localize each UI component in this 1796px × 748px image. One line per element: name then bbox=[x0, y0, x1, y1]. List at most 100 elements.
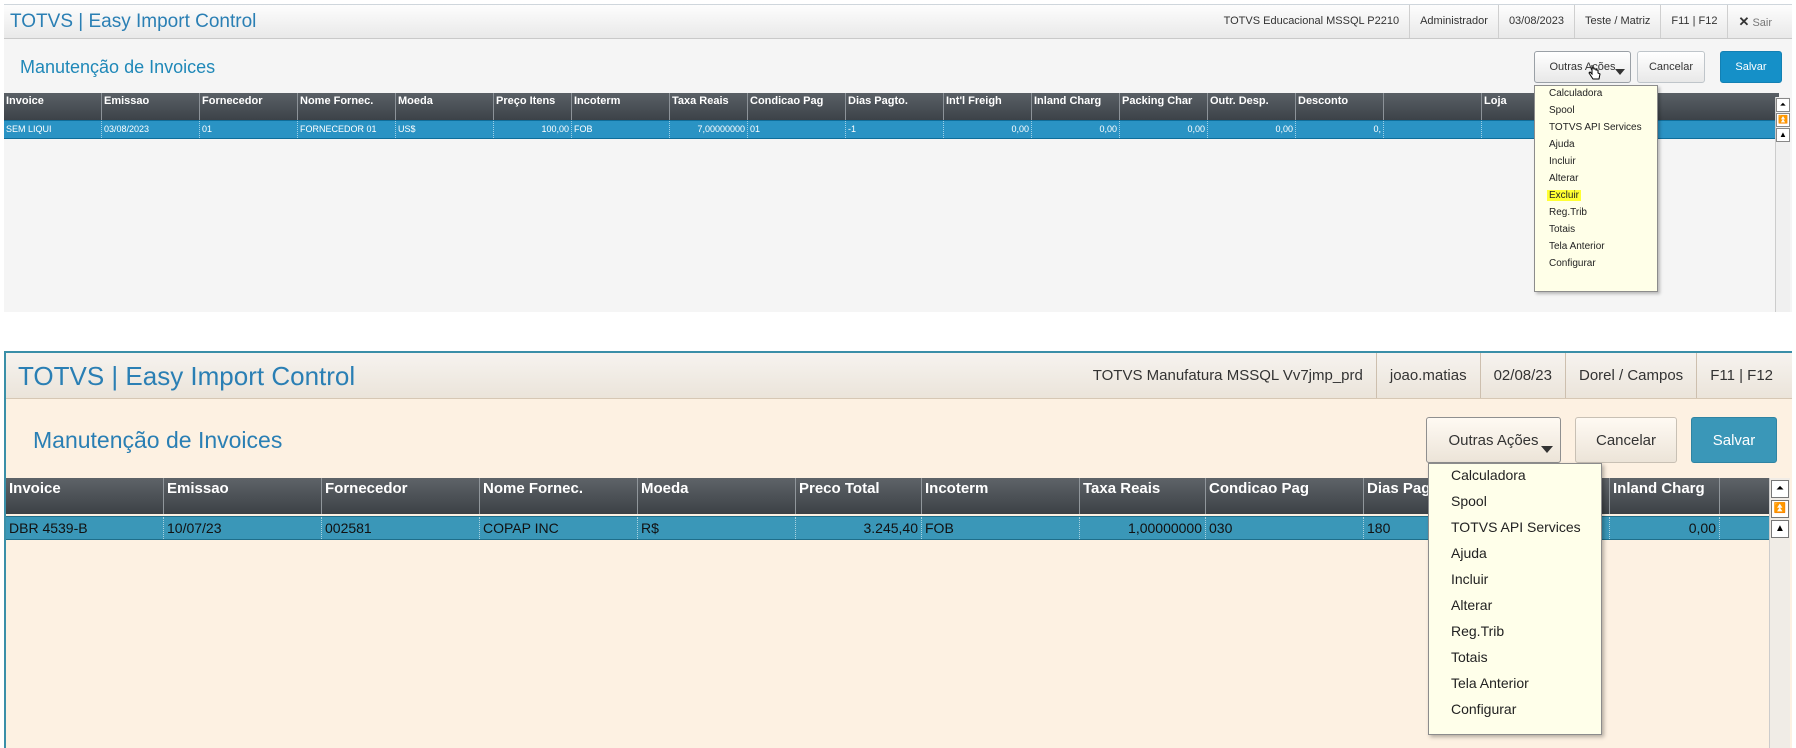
cell-packing-char[interactable]: 0,00 bbox=[1120, 121, 1208, 138]
column-header[interactable]: Condicao Pag bbox=[1206, 478, 1364, 514]
menu-item-totais[interactable]: Totais bbox=[1549, 224, 1575, 235]
shortcut-label: F11 | F12 bbox=[1660, 5, 1727, 38]
column-header[interactable]: Inland Charg bbox=[1032, 93, 1120, 120]
column-header[interactable]: Fornecedor bbox=[200, 93, 298, 120]
menu-item-alterar[interactable]: Alterar bbox=[1451, 597, 1492, 613]
menu-item-spool[interactable]: Spool bbox=[1451, 493, 1487, 509]
column-header[interactable]: Incoterm bbox=[572, 93, 670, 120]
vertical-scrollbar[interactable]: ⏶ ⏫ ▲ bbox=[1775, 97, 1790, 312]
column-header[interactable]: Emissao bbox=[164, 478, 322, 514]
other-actions-menu: Calculadora Spool TOTVS API Services Aju… bbox=[1428, 463, 1602, 735]
menu-item-ajuda[interactable]: Ajuda bbox=[1451, 545, 1487, 561]
cell-hidden[interactable] bbox=[1384, 121, 1482, 138]
cell-moeda[interactable]: R$ bbox=[638, 517, 796, 539]
menu-item-calculadora[interactable]: Calculadora bbox=[1549, 88, 1602, 99]
column-header[interactable]: Taxa Reais bbox=[670, 93, 748, 120]
menu-item-totvs-api-services[interactable]: TOTVS API Services bbox=[1549, 122, 1642, 133]
menu-item-configurar[interactable]: Configurar bbox=[1549, 258, 1596, 269]
column-header[interactable]: Fornecedor bbox=[322, 478, 480, 514]
column-header[interactable]: Incoterm bbox=[922, 478, 1080, 514]
scroll-up-icon[interactable]: ▲ bbox=[1771, 520, 1789, 538]
cell-fornecedor[interactable]: 002581 bbox=[322, 517, 480, 539]
cell-inland-charg[interactable]: 0,00 bbox=[1610, 517, 1720, 539]
user-label: Administrador bbox=[1409, 5, 1498, 38]
menu-item-reg-trib[interactable]: Reg.Trib bbox=[1451, 623, 1504, 639]
cell-taxa-reais[interactable]: 1,00000000 bbox=[1080, 517, 1206, 539]
column-header[interactable]: Emissao bbox=[102, 93, 200, 120]
cell-inland-charg[interactable]: 0,00 bbox=[1032, 121, 1120, 138]
cell-invoice[interactable]: DBR 4539-B bbox=[6, 517, 164, 539]
column-header[interactable]: Condicao Pag bbox=[748, 93, 846, 120]
menu-item-reg-trib[interactable]: Reg.Trib bbox=[1549, 207, 1587, 218]
menu-item-calculadora[interactable]: Calculadora bbox=[1451, 467, 1526, 483]
scroll-page-up-icon[interactable]: ⏫ bbox=[1776, 113, 1790, 127]
cell-fornecedor[interactable]: 01 bbox=[200, 121, 298, 138]
other-actions-button[interactable]: Outras Ações bbox=[1534, 51, 1631, 83]
other-actions-label: Outras Ações bbox=[1448, 431, 1539, 449]
save-button[interactable]: Salvar bbox=[1691, 417, 1777, 463]
menu-item-alterar[interactable]: Alterar bbox=[1549, 173, 1578, 184]
cell-dias-pagto[interactable]: -1 bbox=[846, 121, 944, 138]
column-header[interactable]: Dias Pagto. bbox=[846, 93, 944, 120]
cell-preco-total[interactable]: 3.245,40 bbox=[796, 517, 922, 539]
column-header[interactable]: Outr. Desp. bbox=[1208, 93, 1296, 120]
exit-button[interactable]: ✕ Sair bbox=[1727, 5, 1782, 38]
cell-condicao-pag[interactable]: 01 bbox=[748, 121, 846, 138]
column-header[interactable]: Invoice bbox=[4, 93, 102, 120]
cell-incoterm[interactable]: FOB bbox=[572, 121, 670, 138]
column-header[interactable]: Preco Total bbox=[796, 478, 922, 514]
cell-nome-fornec[interactable]: FORNECEDOR 01 bbox=[298, 121, 396, 138]
column-header[interactable]: Packing Char bbox=[1120, 93, 1208, 120]
other-actions-button[interactable]: Outras Ações bbox=[1426, 417, 1561, 463]
branch-label[interactable]: Dorel / Campos bbox=[1564, 353, 1696, 398]
cancel-button[interactable]: Cancelar bbox=[1637, 51, 1705, 83]
column-header[interactable]: Inland Charg bbox=[1610, 478, 1720, 514]
environment-label: TOTVS Educacional MSSQL P2210 bbox=[1223, 15, 1400, 27]
scroll-up-icon[interactable]: ▲ bbox=[1776, 128, 1790, 142]
cell-intl-freight[interactable]: 0,00 bbox=[944, 121, 1032, 138]
cell-desconto[interactable]: 0, bbox=[1296, 121, 1384, 138]
cell-incoterm[interactable]: FOB bbox=[922, 517, 1080, 539]
menu-item-totvs-api-services[interactable]: TOTVS API Services bbox=[1451, 519, 1581, 535]
column-header[interactable]: Taxa Reais bbox=[1080, 478, 1206, 514]
menu-item-ajuda[interactable]: Ajuda bbox=[1549, 139, 1575, 150]
cell-invoice[interactable]: SEM LIQUI bbox=[4, 121, 102, 138]
menu-item-tela-anterior[interactable]: Tela Anterior bbox=[1451, 675, 1529, 691]
cell-outr-desp[interactable]: 0,00 bbox=[1208, 121, 1296, 138]
cell-moeda[interactable]: US$ bbox=[396, 121, 494, 138]
menu-item-tela-anterior[interactable]: Tela Anterior bbox=[1549, 241, 1605, 252]
cell-condicao-pag[interactable]: 030 bbox=[1206, 517, 1364, 539]
column-header[interactable]: Preço Itens bbox=[494, 93, 572, 120]
column-header[interactable]: Int'l Freigh bbox=[944, 93, 1032, 120]
menu-item-configurar[interactable]: Configurar bbox=[1451, 701, 1516, 717]
menu-item-totais[interactable]: Totais bbox=[1451, 649, 1488, 665]
menu-item-incluir[interactable]: Incluir bbox=[1451, 571, 1488, 587]
menu-item-excluir[interactable]: Excluir bbox=[1547, 190, 1582, 201]
cell-taxa-reais[interactable]: 7,00000000 bbox=[670, 121, 748, 138]
exit-label: Sair bbox=[1752, 17, 1772, 29]
cell-nome-fornec[interactable]: COPAP INC bbox=[480, 517, 638, 539]
top-bar: TOTVS | Easy Import Control TOTVS Manufa… bbox=[6, 353, 1792, 399]
scroll-page-up-icon[interactable]: ⏫ bbox=[1771, 500, 1789, 518]
column-header[interactable]: Nome Fornec. bbox=[298, 93, 396, 120]
mouse-cursor-icon bbox=[1588, 65, 1601, 80]
vertical-scrollbar[interactable]: ⏶ ⏫ ▲ bbox=[1769, 478, 1790, 748]
date-label: 03/08/2023 bbox=[1497, 5, 1574, 38]
cancel-button[interactable]: Cancelar bbox=[1575, 417, 1677, 463]
column-header[interactable]: Moeda bbox=[396, 93, 494, 120]
column-header[interactable] bbox=[1384, 93, 1482, 120]
cell-emissao[interactable]: 03/08/2023 bbox=[102, 121, 200, 138]
column-header[interactable]: Desconto bbox=[1296, 93, 1384, 120]
column-header[interactable]: Invoice bbox=[6, 478, 164, 514]
column-header[interactable]: Moeda bbox=[638, 478, 796, 514]
save-button[interactable]: Salvar bbox=[1720, 51, 1782, 83]
table-row[interactable]: SEM LIQUI 03/08/2023 01 FORNECEDOR 01 US… bbox=[4, 120, 1779, 139]
branch-label[interactable]: Teste / Matriz bbox=[1574, 5, 1660, 38]
menu-item-spool[interactable]: Spool bbox=[1549, 105, 1575, 116]
cell-emissao[interactable]: 10/07/23 bbox=[164, 517, 322, 539]
scroll-top-icon[interactable]: ⏶ bbox=[1776, 98, 1790, 112]
scroll-top-icon[interactable]: ⏶ bbox=[1771, 480, 1789, 498]
column-header[interactable]: Nome Fornec. bbox=[480, 478, 638, 514]
cell-preco-itens[interactable]: 100,00 bbox=[494, 121, 572, 138]
menu-item-incluir[interactable]: Incluir bbox=[1549, 156, 1576, 167]
